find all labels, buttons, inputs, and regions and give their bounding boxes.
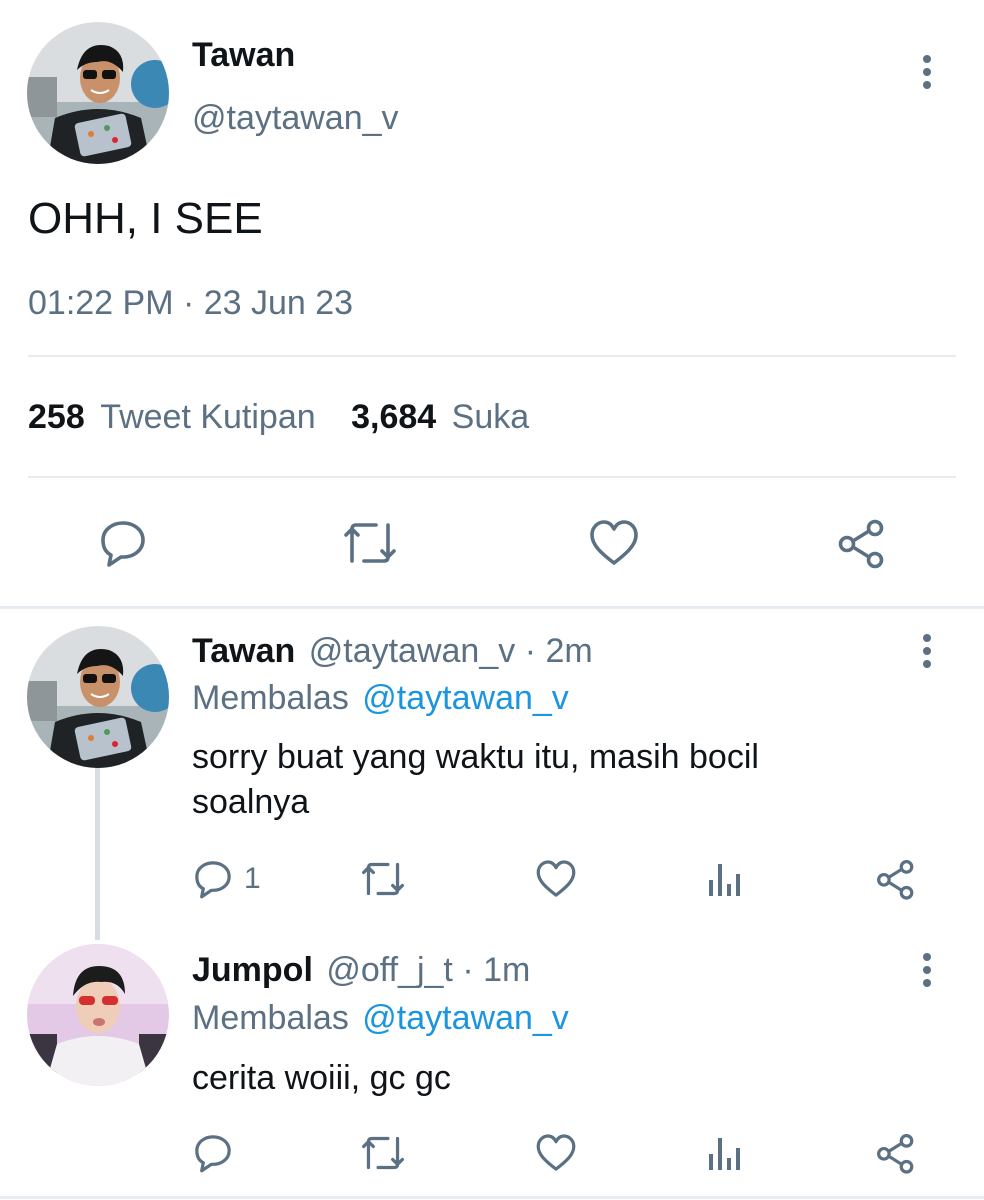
like-count[interactable]: 3,684 — [351, 398, 436, 436]
main-tweet-avatar[interactable] — [27, 22, 169, 164]
reply-text-line-1: cerita woiii, gc gc — [192, 1059, 451, 1097]
divider — [28, 476, 956, 478]
quote-count[interactable]: 258 — [28, 398, 85, 436]
main-tweet-text: OHH, I SEE — [28, 194, 263, 243]
divider — [28, 355, 956, 357]
quote-label[interactable]: Tweet Kutipan — [100, 398, 315, 436]
like-icon[interactable] — [534, 1132, 578, 1174]
replying-to: Membalas @taytawan_v — [192, 999, 569, 1038]
reply-text-line-2: soalnya — [192, 783, 310, 821]
reply-count: 1 — [244, 862, 261, 895]
reply-handle-time[interactable]: @off_j_t · 1m — [326, 951, 530, 989]
like-icon[interactable] — [534, 858, 578, 900]
share-icon[interactable] — [874, 858, 918, 900]
more-options-icon[interactable] — [921, 953, 933, 987]
reply-icon[interactable] — [192, 858, 234, 900]
reply-icon[interactable] — [192, 1132, 234, 1174]
reply-text-line-1: sorry buat yang waktu itu, masih bocil — [192, 738, 759, 776]
replying-prefix: Membalas — [192, 999, 349, 1037]
reply-header: Tawan @taytawan_v · 2m — [192, 632, 593, 671]
main-tweet-handle[interactable]: @taytawan_v — [192, 99, 399, 138]
reply-avatar[interactable] — [27, 626, 169, 768]
replying-to-link[interactable]: @taytawan_v — [362, 679, 569, 717]
reply-handle-time[interactable]: @taytawan_v · 2m — [309, 632, 593, 670]
thread-connector — [95, 765, 100, 940]
engagement-stats: 258 Tweet Kutipan 3,684 Suka — [28, 398, 529, 437]
replying-prefix: Membalas — [192, 679, 349, 717]
reply-header: Jumpol @off_j_t · 1m — [192, 951, 530, 990]
section-divider — [0, 606, 984, 609]
like-label[interactable]: Suka — [452, 398, 530, 436]
like-icon[interactable] — [587, 517, 641, 569]
reply-avatar[interactable] — [27, 944, 169, 1086]
replying-to-link[interactable]: @taytawan_v — [362, 999, 569, 1037]
main-tweet-timestamp[interactable]: 01:22 PM · 23 Jun 23 — [28, 284, 353, 323]
replying-to: Membalas @taytawan_v — [192, 679, 569, 718]
share-icon[interactable] — [874, 1132, 918, 1174]
more-options-icon[interactable] — [921, 634, 933, 668]
analytics-icon[interactable] — [706, 1134, 744, 1172]
retweet-icon[interactable] — [358, 1132, 408, 1174]
reply-author-name[interactable]: Tawan — [192, 632, 295, 670]
analytics-icon[interactable] — [706, 860, 744, 898]
retweet-icon[interactable] — [358, 858, 408, 900]
reply-icon[interactable] — [97, 517, 149, 569]
main-tweet-author-name[interactable]: Tawan — [192, 36, 295, 75]
share-icon[interactable] — [835, 517, 889, 569]
retweet-icon[interactable] — [340, 517, 400, 569]
reply-author-name[interactable]: Jumpol — [192, 951, 313, 989]
more-options-icon[interactable] — [921, 55, 933, 89]
bottom-divider — [0, 1196, 984, 1199]
